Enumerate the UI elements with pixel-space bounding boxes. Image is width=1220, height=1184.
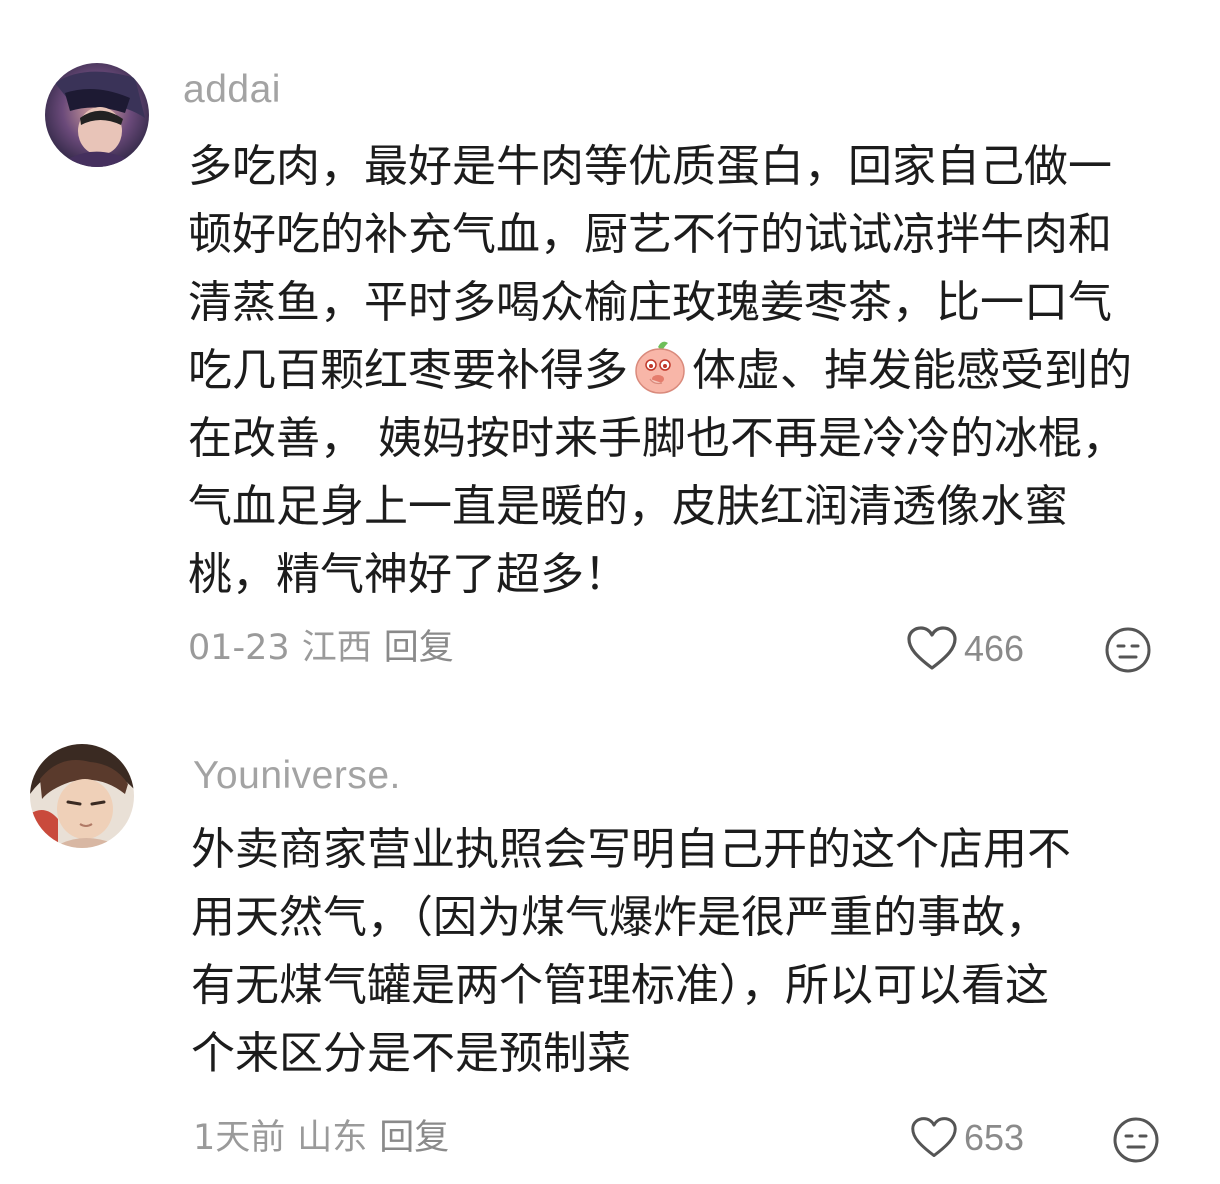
- like-button[interactable]: 653: [910, 1116, 1024, 1160]
- neutral-face-icon[interactable]: [1104, 626, 1152, 674]
- comment-location: 江西: [301, 628, 372, 668]
- username[interactable]: Youniverse.: [193, 752, 401, 800]
- comment-date: 1天前: [193, 1118, 286, 1158]
- neutral-face-icon[interactable]: [1112, 1116, 1160, 1164]
- username[interactable]: addai: [183, 66, 281, 114]
- comment-date: 01-23: [188, 628, 290, 668]
- avatar[interactable]: [30, 744, 134, 848]
- comment-meta: 1天前 山东 回复: [193, 1116, 461, 1160]
- like-count: 466: [964, 628, 1025, 669]
- comment-item: Youniverse. 外卖商家营业执照会写明自己开的这个店用不用天然气，（因为…: [0, 700, 1220, 1184]
- heart-outline-icon: [911, 1117, 957, 1158]
- like-button[interactable]: 466: [906, 626, 1024, 672]
- comment-text: 多吃肉，最好是牛肉等优质蛋白，回家自己做一顿好吃的补充气血，厨艺不行的试试凉拌牛…: [188, 133, 1138, 609]
- avatar[interactable]: [45, 63, 149, 167]
- comment-item: addai 多吃肉，最好是牛肉等优质蛋白，回家自己做一顿好吃的补充气血，厨艺不行…: [0, 0, 1220, 700]
- shy-peach-emoji-icon: [632, 339, 688, 395]
- reply-button[interactable]: 回复: [379, 1118, 449, 1158]
- reply-button[interactable]: 回复: [384, 628, 454, 668]
- heart-outline-icon: [907, 626, 957, 670]
- comment-meta: 01-23 江西 回复: [188, 626, 466, 670]
- like-count: 653: [964, 1117, 1025, 1158]
- comment-location: 山东: [297, 1118, 368, 1158]
- comment-text: 外卖商家营业执照会写明自己开的这个店用不用天然气，（因为煤气爆炸是很严重的事故，…: [191, 824, 1071, 1079]
